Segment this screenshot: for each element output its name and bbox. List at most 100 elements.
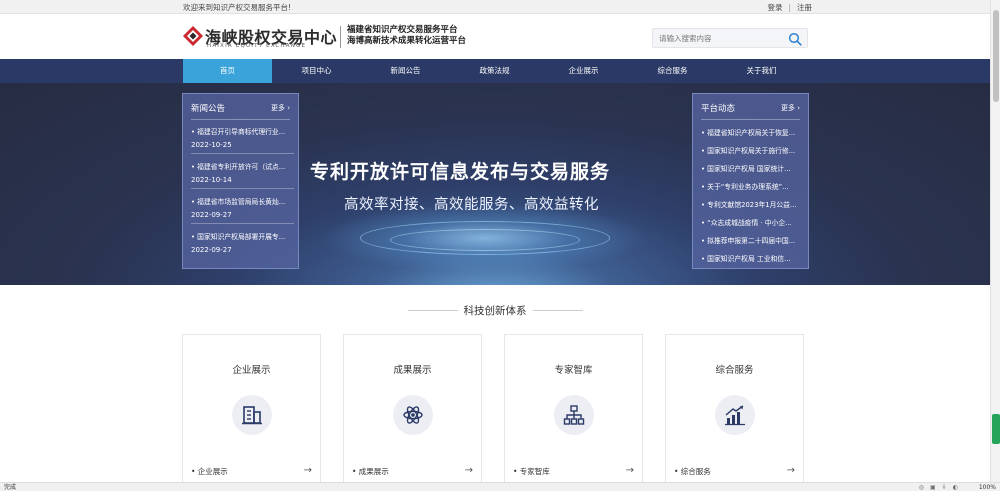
search-icon[interactable] — [788, 32, 802, 46]
nav-item-about[interactable]: 关于我们 — [717, 59, 806, 83]
vertical-scrollbar[interactable] — [990, 0, 1000, 482]
arrow-right-icon[interactable]: → — [626, 465, 634, 476]
nav-item-news[interactable]: 新闻公告 — [361, 59, 450, 83]
card-title: 综合服务 — [715, 365, 754, 376]
atom-icon — [403, 406, 423, 424]
download-icon[interactable]: ⇩ — [942, 484, 953, 491]
news-item[interactable]: • 福建召开引导商标代理行业... 2022-10-25 — [191, 126, 294, 154]
news-item-title[interactable]: • 福建省市场监管局局长黄灿... — [191, 196, 294, 206]
banner-ring-inner — [390, 229, 580, 251]
banner-subtitle: 高效率对接、高效能服务、高效益转化 — [344, 197, 599, 213]
card-link[interactable]: • 综合服务 → — [674, 465, 795, 477]
news-item[interactable]: • 福建省专利开放许可（试点... 2022-10-14 — [191, 161, 294, 189]
browser-status-bar: 完成 ◎▣⇩◐ 100% — [0, 482, 1000, 491]
card-icon-badge — [232, 395, 272, 435]
news-item-divider — [191, 188, 294, 189]
news-item-date: 2022-10-14 — [191, 176, 232, 184]
nav-item-enterprises[interactable]: 企业展示 — [539, 59, 628, 83]
platform-name-1: 福建省知识产权交易服务平台 — [347, 25, 458, 35]
scrollbar-thumb[interactable] — [993, 10, 999, 102]
register-link[interactable]: 注册 — [797, 3, 812, 12]
platform-item[interactable]: • “众志成城战疫情 · 中小企... — [701, 217, 804, 227]
nav-item-services[interactable]: 综合服务 — [628, 59, 717, 83]
card-icon-badge — [393, 395, 433, 435]
news-item-title[interactable]: • 国家知识产权局部署开展专... — [191, 231, 294, 241]
news-item-divider — [191, 223, 294, 224]
panel-divider — [191, 119, 290, 120]
zoom-level[interactable]: 100% — [979, 483, 996, 491]
top-bar: 欢迎来到知识产权交易服务平台! 登录 | 注册 — [0, 0, 990, 14]
card-experts[interactable]: 专家智库 • 专家智库 → — [504, 334, 643, 484]
platform-item[interactable]: • 国家知识产权局 工业和信... — [701, 253, 804, 263]
platform-item[interactable]: • 福建省知识产权局关于恢复... — [701, 127, 804, 137]
arrow-right-icon[interactable]: → — [787, 465, 795, 476]
arrow-right-icon[interactable]: → — [304, 465, 312, 476]
card-link-label: • 综合服务 — [674, 467, 711, 476]
platform-more-link[interactable]: 更多 › — [781, 103, 800, 113]
news-item[interactable]: • 福建省市场监管局局长黄灿... 2022-09-27 — [191, 196, 294, 224]
security-icon[interactable]: ◎ — [919, 484, 930, 491]
card-link-label: • 企业展示 — [191, 467, 228, 476]
platform-panel: 平台动态 更多 › • 福建省知识产权局关于恢复... • 国家知识产权局关于施… — [692, 93, 809, 269]
news-item-title[interactable]: • 福建省专利开放许可（试点... — [191, 161, 294, 171]
search-input[interactable] — [659, 32, 779, 45]
status-text: 完成 — [4, 484, 17, 491]
auth-links: 登录 | 注册 — [767, 2, 812, 13]
site-logo[interactable]: 海峡股权交易中心 HAIXIA EQUITY EXCHANGE — [183, 24, 337, 50]
auth-separator: | — [788, 3, 791, 12]
platform-panel-header: 平台动态 更多 › — [701, 102, 800, 114]
platform-item[interactable]: • 关于“专利业务办理系统”... — [701, 181, 804, 191]
platform-item[interactable]: • 专利文献馆2023年1月公益... — [701, 199, 804, 209]
news-item-title[interactable]: • 福建召开引导商标代理行业... — [191, 126, 294, 136]
card-link-label: • 成果展示 — [352, 467, 389, 476]
platform-item[interactable]: • 国家知识产权局关于施行修... — [701, 145, 804, 155]
news-item-divider — [191, 153, 294, 154]
sound-icon[interactable]: ◐ — [953, 484, 964, 491]
news-panel: 新闻公告 更多 › • 福建召开引导商标代理行业... 2022-10-25 •… — [182, 93, 299, 269]
status-icons: ◎▣⇩◐ — [919, 484, 964, 491]
card-icon-badge — [554, 395, 594, 435]
section-line-right — [533, 310, 583, 311]
card-enterprises[interactable]: 企业展示 • 企业展示 → — [182, 334, 321, 484]
card-icon-badge — [715, 395, 755, 435]
card-link[interactable]: • 企业展示 → — [191, 465, 312, 477]
translate-icon[interactable]: ▣ — [930, 484, 942, 491]
welcome-text: 欢迎来到知识产权交易服务平台! — [183, 3, 292, 12]
news-panel-title: 新闻公告 — [191, 104, 226, 114]
side-widget[interactable] — [992, 414, 1000, 444]
platform-panel-title: 平台动态 — [701, 104, 736, 114]
banner-title: 专利开放许可信息发布与交易服务 — [310, 161, 611, 183]
logo-mark-icon — [183, 26, 203, 46]
news-panel-header: 新闻公告 更多 › — [191, 102, 290, 114]
nav-item-policies[interactable]: 政策法规 — [450, 59, 539, 83]
card-title: 成果展示 — [393, 365, 432, 376]
arrow-right-icon[interactable]: → — [465, 465, 473, 476]
building-icon — [242, 406, 262, 425]
nav-item-projects[interactable]: 项目中心 — [272, 59, 361, 83]
section-title: 科技创新体系 — [463, 305, 527, 317]
platform-item[interactable]: • 国家知识产权局 国家统计... — [701, 163, 804, 173]
logo-divider — [340, 26, 341, 48]
news-item[interactable]: • 国家知识产权局部署开展专... 2022-09-27 — [191, 231, 294, 254]
card-achievements[interactable]: 成果展示 • 成果展示 → — [343, 334, 482, 484]
news-more-link[interactable]: 更多 › — [271, 103, 290, 113]
hero-banner[interactable]: 专利开放许可信息发布与交易服务 高效率对接、高效能服务、高效益转化 新闻公告 更… — [0, 83, 990, 285]
org-chart-icon — [563, 405, 585, 425]
card-link[interactable]: • 专家智库 → — [513, 465, 634, 477]
news-item-date: 2022-10-25 — [191, 141, 232, 149]
platform-names: 福建省知识产权交易服务平台 海博高新技术成果转化运营平台 — [347, 25, 466, 47]
news-item-date: 2022-09-27 — [191, 246, 232, 254]
main-nav: 首页 项目中心 新闻公告 政策法规 企业展示 综合服务 关于我们 — [0, 59, 990, 83]
card-link[interactable]: • 成果展示 → — [352, 465, 473, 477]
login-link[interactable]: 登录 — [767, 3, 782, 12]
site-header: 海峡股权交易中心 HAIXIA EQUITY EXCHANGE 福建省知识产权交… — [0, 14, 990, 59]
card-services[interactable]: 综合服务 • 综合服务 → — [665, 334, 804, 484]
logo-english-name: HAIXIA EQUITY EXCHANGE — [207, 43, 307, 49]
search-box — [652, 28, 808, 48]
platform-name-2: 海博高新技术成果转化运营平台 — [347, 36, 467, 46]
panel-divider — [701, 119, 800, 120]
platform-item[interactable]: • 拟推荐申报第二十四届中国... — [701, 235, 804, 245]
nav-item-home[interactable]: 首页 — [183, 59, 272, 83]
card-title: 企业展示 — [232, 365, 271, 376]
card-title: 专家智库 — [554, 365, 593, 376]
